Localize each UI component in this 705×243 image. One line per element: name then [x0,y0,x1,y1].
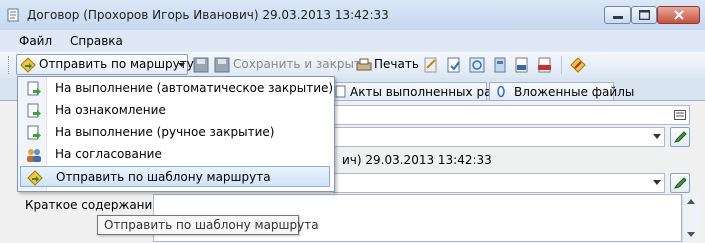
close-button[interactable] [657,6,700,24]
send-route-menu: На выполнение (автоматическое закрытие) … [17,76,335,192]
people-icon [27,149,41,162]
menu-item-label: На согласование [55,147,162,161]
send-route-label: Отправить по маршруту [39,57,194,71]
check-doc-icon[interactable] [446,57,462,73]
type-combo[interactable] [333,105,690,125]
tab-attached-files-label: Вложенные файлы [514,85,635,99]
window-title: Договор (Прохоров Игорь Иванович) 29.03.… [27,8,389,22]
minimize-icon [613,16,623,19]
toolbar: Отправить по маршруту Сохранить и закрыт… [0,52,705,79]
doc-arrow-icon [27,125,41,140]
edit-recipient-button[interactable] [670,127,690,147]
menu-item-label: На ознакомление [55,103,166,117]
scroll-down-icon[interactable] [687,232,695,237]
pdf-export-icon[interactable] [537,57,553,73]
menu-bar: Файл Справка [0,30,705,52]
maximize-button[interactable] [631,6,657,24]
doc-arrow-icon [27,81,41,96]
chevron-down-icon [178,63,185,67]
send-route-button[interactable]: Отправить по маршруту [16,54,194,75]
toolbar-separator [561,56,562,74]
menu-item-label: Отправить по шаблону маршрута [56,170,271,184]
save-close-icon[interactable] [214,57,230,73]
save-icon[interactable] [193,57,209,73]
route-edit-icon[interactable] [570,57,586,73]
menu-file[interactable]: Файл [19,34,52,48]
save-close-button[interactable]: Сохранить и закрыть [233,57,368,71]
menu-item-send-by-template[interactable]: Отправить по шаблону маршрута [20,166,330,187]
print-button[interactable]: Печать [374,57,419,71]
menu-help[interactable]: Справка [70,34,123,48]
menu-item-familiarize[interactable]: На ознакомление [20,100,330,121]
history-icon[interactable] [469,57,485,73]
document-icon [335,85,346,98]
title-bar: Договор (Прохоров Игорь Иванович) 29.03.… [0,0,705,31]
menu-item-execute-manual[interactable]: На выполнение (ручное закрытие) [20,122,330,143]
menu-item-execute-auto[interactable]: На выполнение (автоматическое закрытие) [20,78,334,99]
menu-item-label: На выполнение (автоматическое закрытие) [55,81,334,95]
chevron-down-icon [653,180,661,185]
maximize-icon [639,10,650,20]
pencil-icon [673,131,687,143]
attachment-icon [497,85,505,98]
minimize-button[interactable] [604,6,631,24]
pencil-icon [673,177,687,189]
scroll-up-icon[interactable] [687,199,695,204]
tab-attached-files[interactable]: Вложенные файлы [489,82,634,100]
executor-combo[interactable] [333,173,665,193]
toolbar-grip [8,56,12,74]
sign-icon[interactable] [423,57,439,73]
document-app-icon [7,8,19,22]
author-text: ич) 29.03.2013 13:42:33 [342,153,492,167]
tab-acts[interactable]: Акты выполненных работ [330,82,513,100]
word-export-icon[interactable] [514,57,530,73]
chevron-down-icon [653,134,661,139]
close-icon [674,10,684,20]
tooltip: Отправить по шаблону маршрута [97,215,319,235]
route-icon [20,57,36,73]
recipient-combo[interactable] [333,127,665,147]
menu-item-label: На выполнение (ручное закрытие) [55,125,275,139]
summary-scrollbar[interactable] [682,194,700,242]
list-picker-icon [674,110,686,120]
menu-item-approval[interactable]: На согласование [20,144,330,165]
printer-icon[interactable] [356,57,372,73]
edit-executor-button[interactable] [670,173,690,193]
archive-icon[interactable] [492,57,508,73]
tooltip-text: Отправить по шаблону маршрута [104,218,319,232]
route-template-icon [27,170,43,186]
doc-arrow-icon [27,103,41,118]
summary-label: Краткое содержание: [25,198,164,212]
